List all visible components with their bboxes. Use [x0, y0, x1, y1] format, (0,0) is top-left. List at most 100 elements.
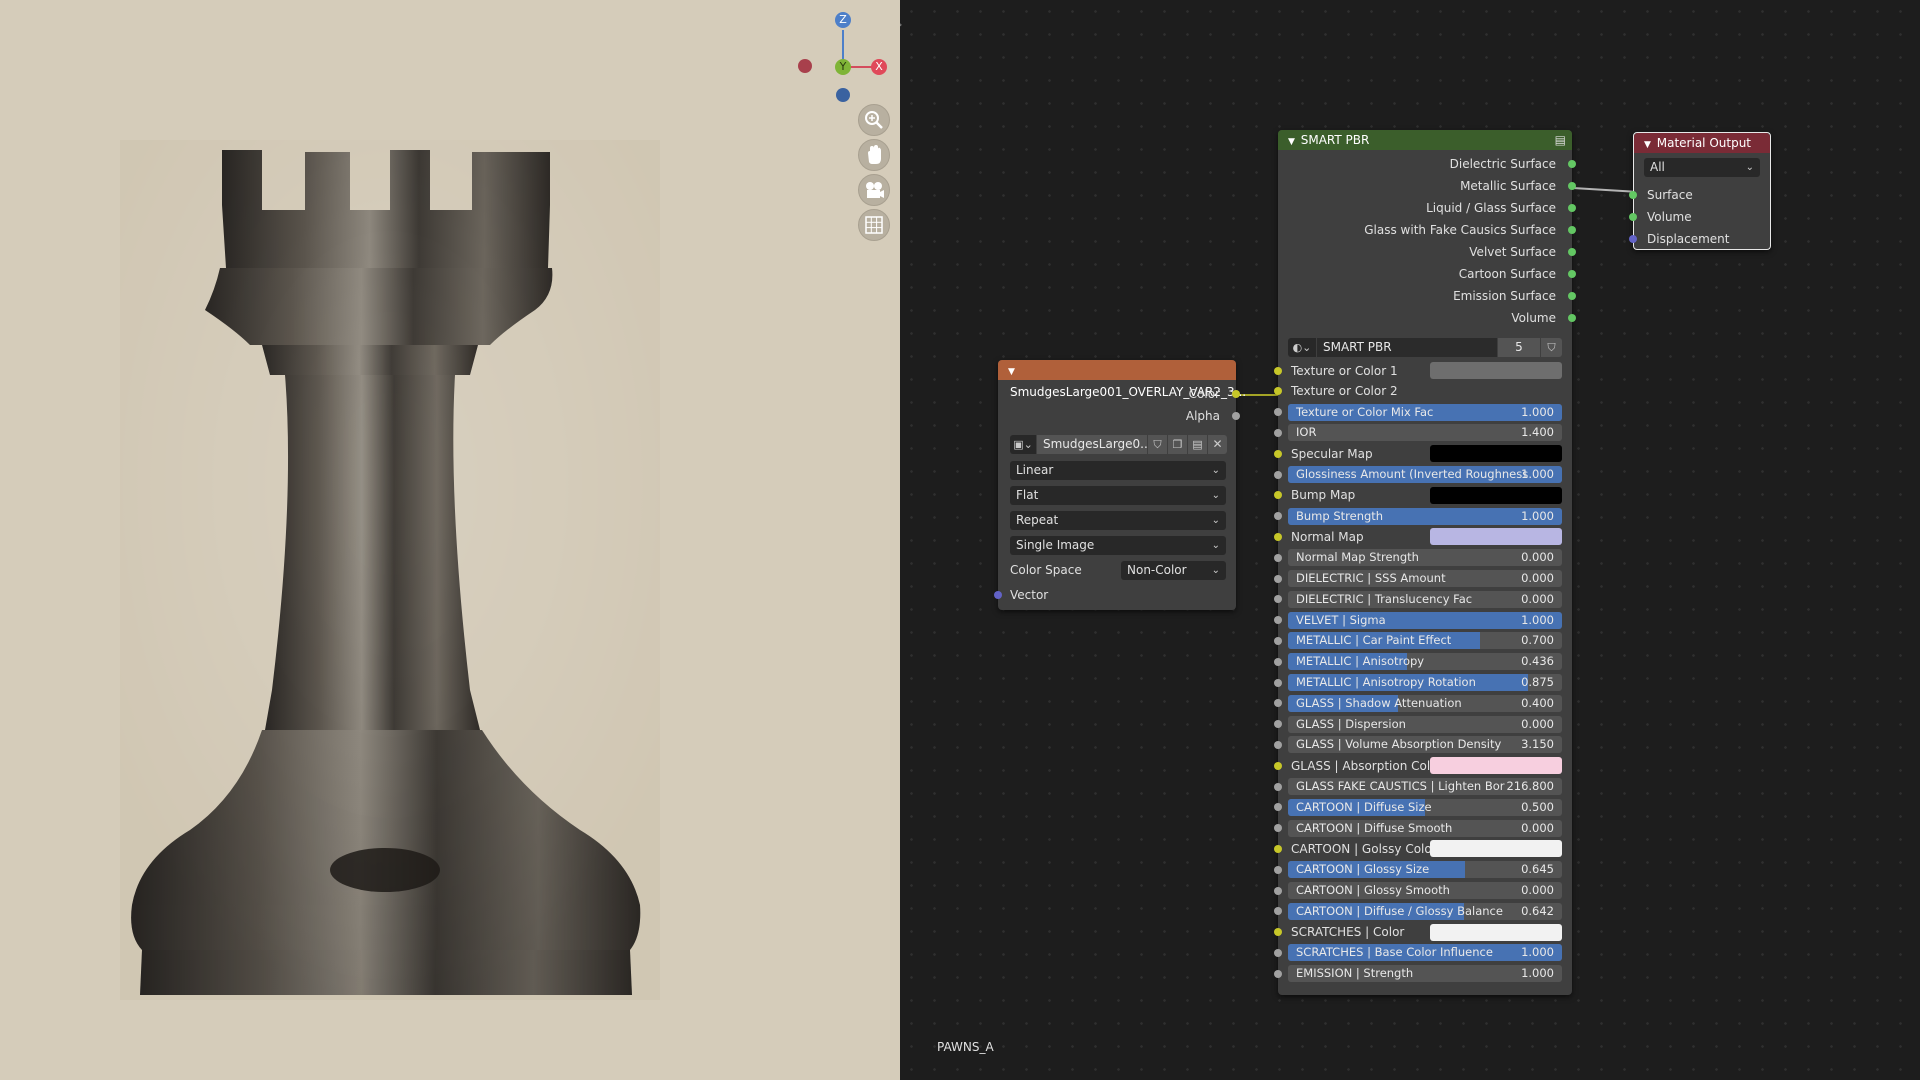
node-group-icon[interactable]: ▤: [1555, 130, 1566, 150]
node-group-selector[interactable]: ◐⌄ SMART PBR 5 ⛉: [1288, 338, 1562, 357]
input-slider[interactable]: CARTOON | Diffuse / Glossy Balance 0.642: [1288, 902, 1562, 920]
interpolation-dropdown[interactable]: Linear ⌄: [1010, 461, 1226, 480]
input-slider[interactable]: CARTOON | Glossy Smooth 0.000: [1288, 882, 1562, 899]
input-socket[interactable]: [1274, 948, 1282, 957]
input-slider[interactable]: EMISSION | Strength 1.000: [1288, 965, 1562, 983]
color-swatch[interactable]: [1430, 840, 1562, 858]
input-slider[interactable]: DIELECTRIC | Translucency Fac 0.000: [1288, 590, 1562, 608]
gizmo-y-axis[interactable]: Y: [835, 59, 851, 75]
unlink-close-icon[interactable]: ✕: [1208, 435, 1227, 454]
input-socket[interactable]: [1274, 387, 1282, 396]
input-slider[interactable]: Normal Map Strength 0.000: [1288, 549, 1562, 567]
3d-viewport[interactable]: Z Y X: [0, 0, 900, 1080]
projection-dropdown[interactable]: Flat ⌄: [1010, 486, 1226, 505]
output-socket[interactable]: [1568, 248, 1576, 256]
input-surface-socket[interactable]: [1629, 191, 1637, 199]
input-slider[interactable]: CARTOON | Diffuse Smooth 0.000: [1288, 819, 1562, 837]
input-slider[interactable]: GLASS | Volume Absorption Density 3.150: [1288, 736, 1562, 754]
input-socket[interactable]: [1274, 595, 1282, 604]
input-slider[interactable]: CARTOON | Diffuse Size 0.500: [1288, 798, 1562, 816]
input-slider[interactable]: Bump Strength 1.000: [1288, 507, 1562, 525]
hand-pan-icon[interactable]: [858, 139, 890, 171]
area-split-handle[interactable]: ›: [900, 18, 912, 32]
node-header[interactable]: ▼ Material Output: [1634, 133, 1770, 153]
input-socket[interactable]: [1274, 449, 1282, 458]
grid-icon[interactable]: [858, 209, 890, 241]
input-socket[interactable]: [1274, 574, 1282, 583]
collapse-arrow-icon[interactable]: ▼: [1288, 137, 1295, 147]
input-slider[interactable]: GLASS FAKE CAUSTICS | Lighten Bor 216.800: [1288, 778, 1562, 795]
input-socket[interactable]: [1274, 616, 1282, 625]
color-swatch[interactable]: [1430, 923, 1562, 941]
input-socket[interactable]: [1274, 782, 1282, 791]
input-slider[interactable]: SCRATCHES | Base Color Influence 1.000: [1288, 944, 1562, 962]
input-socket[interactable]: [1274, 699, 1282, 708]
output-socket[interactable]: [1568, 204, 1576, 212]
camera-icon[interactable]: [858, 174, 890, 206]
input-socket[interactable]: [1274, 928, 1282, 937]
input-socket[interactable]: [1274, 428, 1282, 437]
input-vector-socket[interactable]: [994, 591, 1002, 599]
input-socket[interactable]: [1274, 366, 1282, 375]
navigation-gizmo[interactable]: Z Y X: [790, 10, 900, 110]
output-socket[interactable]: [1568, 160, 1576, 168]
node-header[interactable]: ▼ SmudgesLarge001_OVERLAY_VAR2_3...: [998, 360, 1246, 399]
collapse-arrow-icon[interactable]: ▼: [1644, 140, 1651, 150]
input-slider[interactable]: CARTOON | Glossy Size 0.645: [1288, 861, 1562, 879]
input-slider[interactable]: VELVET | Sigma 1.000: [1288, 611, 1562, 629]
output-color-socket[interactable]: [1232, 390, 1240, 398]
target-dropdown[interactable]: All ⌄: [1644, 158, 1760, 177]
image-selector[interactable]: ▣⌄ SmudgesLarge0... ⛉ ❐ ▤ ✕: [1010, 435, 1227, 454]
gizmo-z-axis[interactable]: Z: [835, 12, 851, 28]
gizmo-neg-z-axis[interactable]: [836, 88, 850, 102]
collapse-arrow-icon[interactable]: ▼: [1008, 367, 1015, 377]
zoom-icon[interactable]: [858, 104, 890, 136]
input-slider[interactable]: METALLIC | Anisotropy 0.436: [1288, 653, 1562, 671]
input-socket[interactable]: [1274, 657, 1282, 666]
input-socket[interactable]: [1274, 470, 1282, 479]
output-socket[interactable]: [1568, 292, 1576, 300]
input-socket[interactable]: [1274, 969, 1282, 978]
input-socket[interactable]: [1274, 824, 1282, 833]
source-dropdown[interactable]: Single Image ⌄: [1010, 536, 1226, 555]
input-slider[interactable]: GLASS | Dispersion 0.000: [1288, 715, 1562, 733]
open-image-icon[interactable]: ▤: [1188, 435, 1207, 454]
input-slider[interactable]: METALLIC | Car Paint Effect 0.700: [1288, 632, 1562, 650]
input-volume-socket[interactable]: [1629, 213, 1637, 221]
color-swatch[interactable]: [1430, 445, 1562, 463]
input-displacement-socket[interactable]: [1629, 235, 1637, 243]
input-socket[interactable]: [1274, 886, 1282, 895]
image-name-field[interactable]: SmudgesLarge0...: [1037, 435, 1147, 454]
input-socket[interactable]: [1274, 844, 1282, 853]
color-swatch[interactable]: [1430, 528, 1562, 546]
group-users-count[interactable]: 5: [1498, 338, 1540, 357]
smart-pbr-group-node[interactable]: ▼ SMART PBR ▤ Dielectric Surface Metallic…: [1274, 130, 1576, 995]
input-socket[interactable]: [1274, 803, 1282, 812]
output-socket[interactable]: [1568, 270, 1576, 278]
input-socket[interactable]: [1274, 865, 1282, 874]
input-socket[interactable]: [1274, 512, 1282, 521]
duplicate-icon[interactable]: ❐: [1168, 435, 1187, 454]
color-swatch[interactable]: [1430, 486, 1562, 504]
input-socket[interactable]: [1274, 491, 1282, 500]
input-socket[interactable]: [1274, 678, 1282, 687]
output-socket[interactable]: [1568, 182, 1576, 190]
image-browse-icon[interactable]: ▣⌄: [1010, 435, 1036, 454]
input-slider[interactable]: Glossiness Amount (Inverted Roughness 1.0…: [1288, 466, 1562, 483]
input-socket[interactable]: [1274, 408, 1282, 417]
output-socket[interactable]: [1568, 314, 1576, 322]
output-alpha-socket[interactable]: [1232, 412, 1240, 420]
input-slider[interactable]: METALLIC | Anisotropy Rotation 0.875: [1288, 674, 1562, 691]
color-swatch[interactable]: [1430, 757, 1562, 775]
input-socket[interactable]: [1274, 720, 1282, 729]
input-slider[interactable]: Texture or Color Mix Fac 1.000: [1288, 403, 1562, 421]
fake-user-shield-icon[interactable]: ⛉: [1148, 435, 1167, 454]
input-slider[interactable]: DIELECTRIC | SSS Amount 0.000: [1288, 570, 1562, 587]
fake-user-shield-icon[interactable]: ⛉: [1541, 338, 1562, 357]
shader-node-editor[interactable]: › ▼ SmudgesLarge001_OVERLAY_VAR2_3... Co…: [900, 0, 1920, 1080]
input-slider[interactable]: IOR 1.400: [1288, 424, 1562, 442]
node-header[interactable]: ▼ SMART PBR ▤: [1278, 130, 1572, 150]
input-socket[interactable]: [1274, 907, 1282, 916]
input-socket[interactable]: [1274, 761, 1282, 770]
output-socket[interactable]: [1568, 226, 1576, 234]
